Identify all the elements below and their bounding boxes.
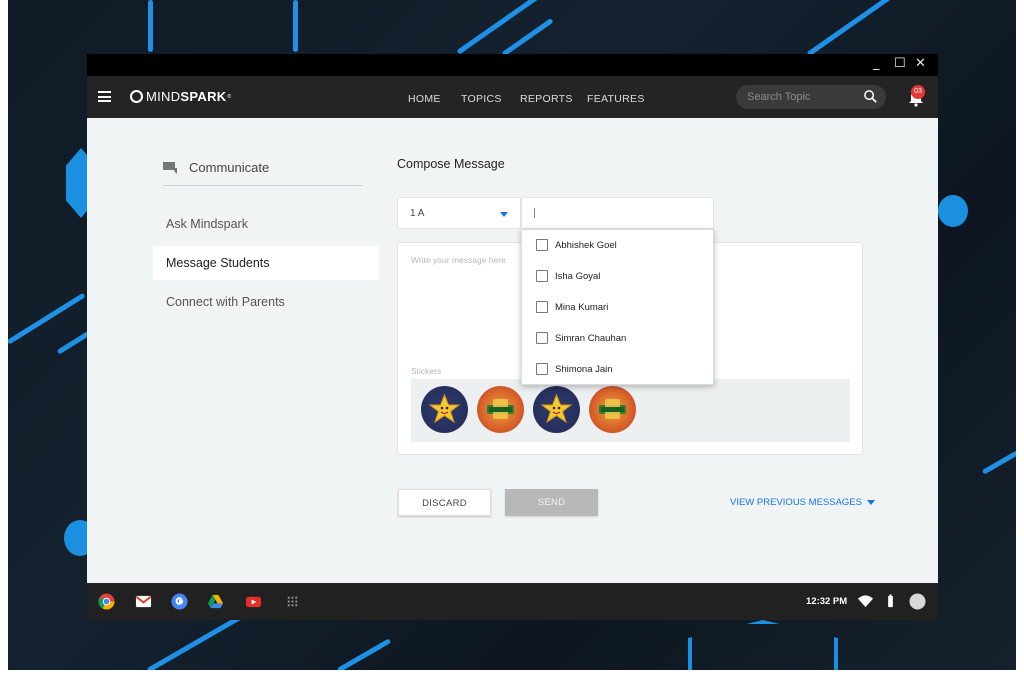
text-cursor — [534, 208, 535, 218]
nav-features[interactable]: FEATURES — [587, 93, 645, 105]
battery-icon[interactable] — [882, 593, 899, 610]
star-sticker[interactable] — [421, 386, 468, 433]
hamburger-menu-icon[interactable] — [98, 91, 111, 102]
student-option-label: Isha Goyal — [555, 271, 601, 282]
checkbox[interactable] — [536, 363, 548, 375]
message-textarea[interactable]: Write your message here — [411, 255, 506, 265]
stickers-label: Stickers — [411, 366, 442, 376]
checkbox[interactable] — [536, 270, 548, 282]
logo-pin-icon — [130, 90, 143, 103]
top-navbar: MIND SPARK ® HOME TOPICS REPORTS FEATURES … — [87, 76, 938, 118]
sidebar-title-label: Communicate — [189, 160, 270, 175]
student-option-simran-chauhan[interactable]: Simran Chauhan — [522, 323, 713, 354]
wallpaper-stripe — [148, 0, 153, 52]
clock[interactable]: 12:32 PM — [806, 596, 847, 607]
logo-registered-mark: ® — [227, 93, 232, 100]
send-button[interactable]: SEND — [505, 489, 598, 516]
star-sticker[interactable] — [533, 386, 580, 433]
sidebar-title: Communicate — [163, 160, 269, 175]
chevron-down-icon — [866, 500, 875, 505]
checkbox[interactable] — [536, 332, 548, 344]
wifi-icon[interactable] — [857, 593, 874, 610]
app-window: _ ☐ ✕ MIND SPARK ® HOME TOPICS REPORTS FEA… — [87, 54, 938, 620]
star-sticker-icon — [540, 393, 573, 424]
student-option-label: Shimona Jain — [555, 364, 613, 375]
search-icon[interactable] — [863, 89, 878, 104]
google-icon[interactable] — [171, 593, 188, 610]
student-dropdown: Abhishek Goel Isha Goyal Mina Kumari Sim… — [521, 229, 714, 385]
logo-text-spark: SPARK — [180, 89, 227, 104]
apps-grid-icon[interactable] — [284, 593, 301, 610]
maximize-icon[interactable]: ☐ — [894, 56, 906, 71]
close-icon[interactable]: ✕ — [915, 56, 926, 71]
student-option-shimona-jain[interactable]: Shimona Jain — [522, 354, 713, 385]
sidebar-item-ask-mindspark[interactable]: Ask Mindspark — [153, 207, 379, 241]
wallpaper-stripe — [293, 0, 298, 52]
trophy-sticker-icon — [599, 399, 626, 419]
search-topic-input[interactable]: Search Topic — [736, 85, 886, 109]
search-placeholder: Search Topic — [747, 91, 811, 103]
star-sticker-icon — [428, 393, 461, 424]
os-taskbar: 12:32 PM — [87, 583, 938, 620]
wallpaper-stripe — [981, 450, 1016, 475]
student-option-label: Simran Chauhan — [555, 333, 627, 344]
wallpaper-stripe — [501, 18, 554, 57]
wallpaper-hex-outline — [688, 620, 838, 670]
student-option-abhishek-goel[interactable]: Abhishek Goel — [522, 230, 713, 261]
student-option-mina-kumari[interactable]: Mina Kumari — [522, 292, 713, 323]
chevron-down-icon — [500, 212, 508, 217]
trophy-sticker[interactable] — [589, 386, 636, 433]
sidebar-item-connect-with-parents[interactable]: Connect with Parents — [153, 285, 379, 319]
class-select-value: 1 A — [410, 208, 425, 219]
trophy-sticker[interactable] — [477, 386, 524, 433]
stickers-panel — [411, 379, 850, 442]
nav-home[interactable]: HOME — [408, 93, 441, 105]
drive-icon[interactable] — [207, 593, 224, 610]
window-titlebar: _ ☐ ✕ — [87, 54, 938, 76]
wallpaper-stripe — [806, 0, 957, 57]
wallpaper-stripe — [336, 638, 392, 670]
compose-title: Compose Message — [397, 157, 505, 171]
gmail-icon[interactable] — [135, 593, 152, 610]
view-previous-messages-link[interactable]: VIEW PREVIOUS MESSAGES — [730, 497, 875, 508]
wallpaper-circle — [938, 195, 968, 227]
youtube-icon[interactable] — [245, 593, 262, 610]
sidebar-item-message-students[interactable]: Message Students — [153, 246, 379, 280]
student-option-label: Mina Kumari — [555, 302, 609, 313]
student-search-input[interactable] — [521, 197, 714, 229]
chat-bubble-icon — [163, 161, 177, 174]
logo-text-mind: MIND — [146, 89, 181, 104]
minimize-icon[interactable]: _ — [873, 56, 880, 71]
student-option-isha-goyal[interactable]: Isha Goyal — [522, 261, 713, 292]
mindspark-logo[interactable]: MIND SPARK ® — [130, 89, 231, 104]
user-avatar-icon[interactable] — [909, 593, 926, 610]
nav-reports[interactable]: REPORTS — [520, 93, 573, 105]
view-previous-messages-label: VIEW PREVIOUS MESSAGES — [730, 497, 862, 508]
checkbox[interactable] — [536, 301, 548, 313]
nav-topics[interactable]: TOPICS — [461, 93, 502, 105]
checkbox[interactable] — [536, 239, 548, 251]
wallpaper-stripe — [8, 292, 86, 345]
discard-button[interactable]: DISCARD — [398, 489, 491, 516]
trophy-sticker-icon — [487, 399, 514, 419]
notification-badge: 03 — [911, 85, 925, 99]
student-option-label: Abhishek Goel — [555, 240, 617, 251]
chrome-icon[interactable] — [98, 593, 115, 610]
class-select[interactable]: 1 A — [397, 197, 521, 229]
sidebar-divider — [163, 185, 363, 186]
